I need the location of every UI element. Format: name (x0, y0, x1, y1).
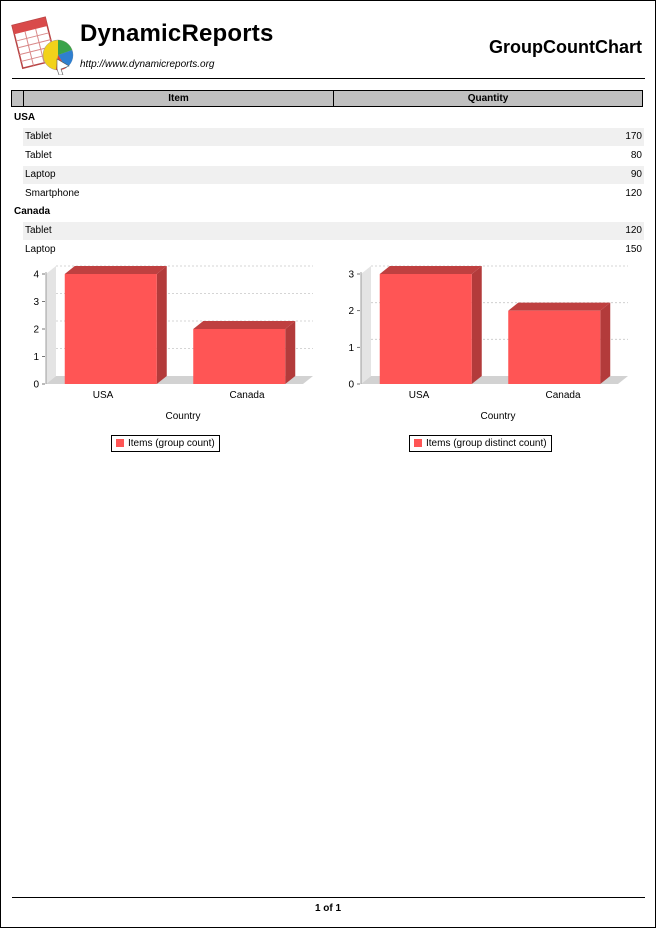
header-divider (12, 78, 645, 79)
x-axis-title: Country (165, 411, 201, 422)
bar-top-face (379, 266, 482, 274)
column-header-item: Item (24, 91, 334, 106)
footer-divider (12, 897, 645, 898)
cell-quantity: 120 (625, 225, 642, 236)
dynamicreports-logo-icon (11, 16, 74, 75)
group-distinct-count-chart-plot: 0 1 2 3 (348, 265, 628, 391)
bar-front-face (508, 310, 601, 384)
group-count-chart-plot: 0 1 2 3 4 (33, 265, 313, 391)
bar-side-face (156, 266, 167, 384)
group-count-chart: 0 1 2 3 4 USA Canada Country Items (group co… (23, 262, 333, 462)
x-category-label: Canada (545, 390, 581, 401)
chart-legend: Items (group distinct count) (409, 435, 552, 452)
chart-bar (64, 266, 167, 384)
chart-bar (508, 302, 611, 384)
group-header-usa: USA (14, 112, 36, 123)
legend-label: Items (group count) (128, 438, 215, 449)
report-title: GroupCountChart (489, 37, 642, 57)
cell-item: Tablet (25, 131, 52, 142)
brand-url[interactable]: http://www.dynamicreports.org (80, 59, 215, 70)
table-row: Tablet 80 (23, 147, 644, 165)
bar-front-face (193, 329, 286, 384)
y-tick-label: 2 (348, 306, 354, 317)
y-tick-label: 3 (348, 270, 354, 281)
y-tick-label: 1 (348, 343, 354, 354)
bar-side-face (600, 302, 611, 384)
y-tick-label: 2 (33, 325, 39, 336)
bar-side-face (285, 321, 296, 384)
legend-swatch (116, 439, 124, 447)
cell-item: Laptop (25, 169, 56, 180)
plot-side-wall (46, 266, 56, 384)
cell-quantity: 170 (625, 131, 642, 142)
group-stub-header (12, 91, 24, 106)
table-row: Laptop 150 (23, 241, 644, 259)
cell-item: Laptop (25, 244, 56, 255)
table-row: Laptop 90 (23, 166, 644, 184)
bar-top-face (64, 266, 167, 274)
bar-front-face (379, 274, 472, 384)
y-tick-label: 1 (33, 352, 39, 363)
bar-top-face (508, 302, 611, 311)
table-column-header: Item Quantity (11, 90, 643, 107)
x-category-label: USA (92, 390, 114, 401)
y-tick-label: 4 (33, 270, 39, 281)
y-tick-label: 0 (33, 380, 39, 391)
x-category-label: Canada (229, 390, 265, 401)
table-row: Tablet 170 (23, 128, 644, 146)
bar-side-face (471, 266, 482, 384)
cell-quantity: 80 (630, 150, 642, 161)
chart-legend: Items (group count) (111, 435, 220, 452)
x-category-label: USA (408, 390, 430, 401)
chart-bar (193, 321, 296, 384)
cell-item: Smartphone (25, 188, 80, 199)
brand-name: DynamicReports (80, 20, 274, 47)
x-axis-title: Country (480, 411, 516, 422)
page-number: 1 of 1 (314, 903, 342, 914)
column-header-quantity: Quantity (467, 93, 509, 104)
y-tick-label: 0 (348, 380, 354, 391)
y-tick-label: 3 (33, 297, 39, 308)
cell-quantity: 120 (625, 188, 642, 199)
legend-label: Items (group distinct count) (426, 438, 547, 449)
bar-front-face (64, 274, 157, 384)
cell-quantity: 150 (625, 244, 642, 255)
bar-top-face (193, 321, 296, 329)
table-row: Smartphone 120 (23, 185, 644, 203)
table-row: Tablet 120 (23, 222, 644, 240)
group-distinct-count-chart: 0 1 2 3 USA Canada Country Items (group dis… (338, 262, 648, 462)
cell-item: Tablet (25, 150, 52, 161)
group-header-canada: Canada (14, 206, 51, 217)
chart-bar (379, 266, 482, 384)
cell-quantity: 90 (630, 169, 642, 180)
legend-swatch (414, 439, 422, 447)
cell-item: Tablet (25, 225, 52, 236)
plot-side-wall (361, 266, 371, 384)
